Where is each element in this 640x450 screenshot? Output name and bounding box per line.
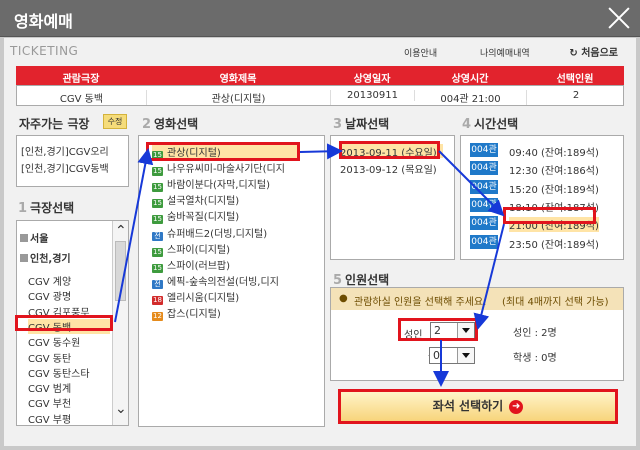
arrow-date-to-time [438, 150, 505, 217]
arrow-time-to-people [473, 223, 505, 330]
arrow-movie-to-date [299, 143, 343, 160]
flow-arrows [114, 143, 505, 387]
arrow-theater-to-movie [114, 148, 154, 323]
